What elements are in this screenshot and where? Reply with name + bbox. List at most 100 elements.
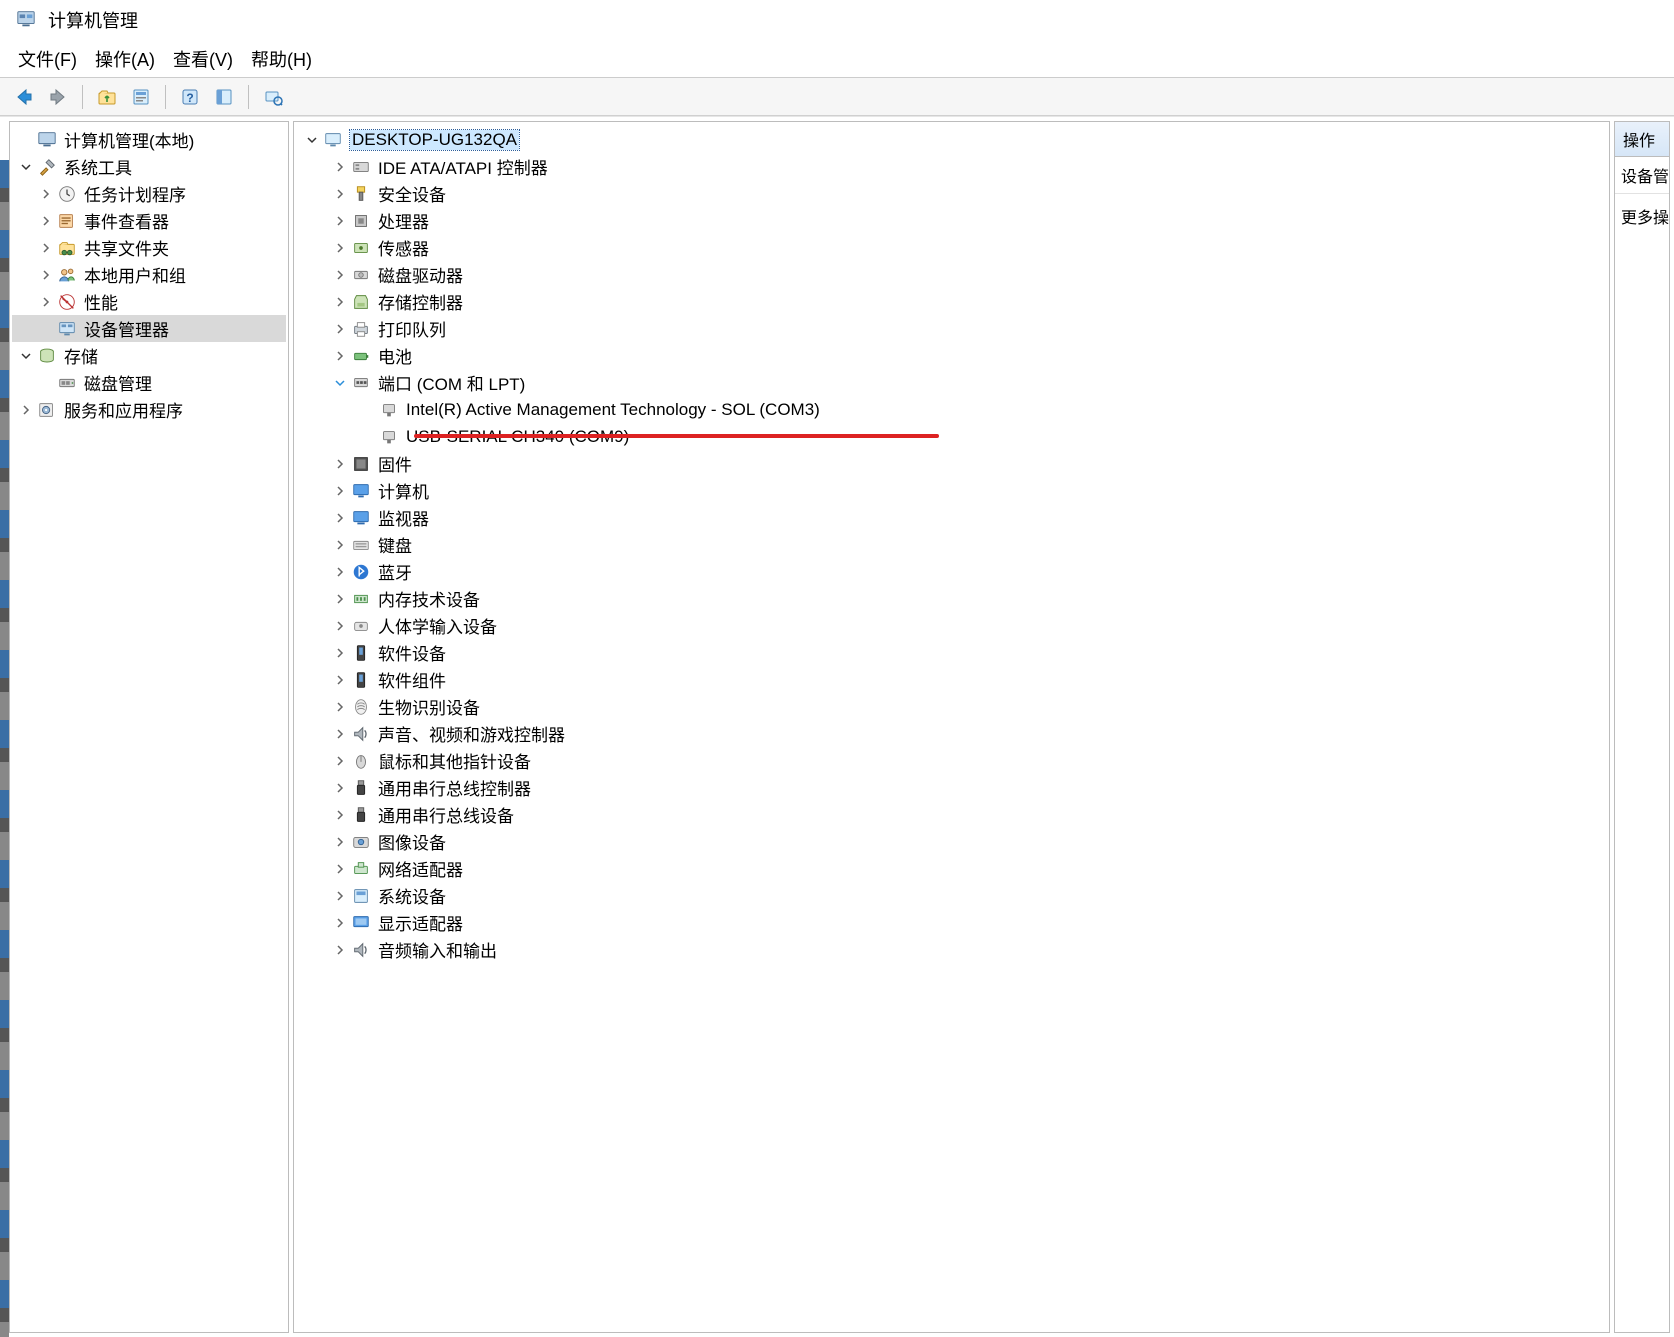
- chevron-right-icon[interactable]: [330, 319, 350, 339]
- menu-view[interactable]: 查看(V): [173, 46, 233, 69]
- actions-more[interactable]: 更多操作: [1615, 194, 1669, 238]
- chevron-right-icon[interactable]: [330, 670, 350, 690]
- device-node-bluetooth[interactable]: 蓝牙: [296, 558, 1607, 585]
- chevron-right-icon[interactable]: [36, 265, 56, 285]
- chevron-right-icon[interactable]: [330, 265, 350, 285]
- device-node-computers[interactable]: 计算机: [296, 477, 1607, 504]
- device-node-storage_controllers[interactable]: 存储控制器: [296, 288, 1607, 315]
- toolbar: ?: [0, 78, 1674, 116]
- node-computer-management[interactable]: 计算机管理(本地): [12, 126, 286, 153]
- node-system-tools[interactable]: 系统工具: [12, 153, 286, 180]
- node-label: 存储: [64, 343, 98, 368]
- node-storage[interactable]: 存储: [12, 342, 286, 369]
- device-node-disk_drives[interactable]: 磁盘驱动器: [296, 261, 1607, 288]
- node-device-manager[interactable]: 设备管理器: [12, 315, 286, 342]
- chevron-right-icon[interactable]: [330, 535, 350, 555]
- device-node-imaging[interactable]: 图像设备: [296, 828, 1607, 855]
- device-node-ports[interactable]: 端口 (COM 和 LPT): [296, 369, 1607, 396]
- chevron-right-icon[interactable]: [330, 643, 350, 663]
- toolbar-separator: [82, 85, 83, 109]
- device-node-system_devices[interactable]: 系统设备: [296, 882, 1607, 909]
- chevron-right-icon[interactable]: [330, 697, 350, 717]
- device-node-sound[interactable]: 声音、视频和游戏控制器: [296, 720, 1607, 747]
- device-node-ide[interactable]: IDE ATA/ATAPI 控制器: [296, 153, 1607, 180]
- device-root[interactable]: DESKTOP-UG132QA: [296, 126, 1607, 153]
- node-task-scheduler[interactable]: 任务计划程序: [12, 180, 286, 207]
- chevron-right-icon[interactable]: [330, 481, 350, 501]
- chevron-right-icon[interactable]: [36, 211, 56, 231]
- device-node-security_devices[interactable]: 安全设备: [296, 180, 1607, 207]
- device-node-usb_controllers[interactable]: 通用串行总线控制器: [296, 774, 1607, 801]
- chevron-right-icon[interactable]: [330, 508, 350, 528]
- chevron-right-icon[interactable]: [330, 724, 350, 744]
- device-node-biometric[interactable]: 生物识别设备: [296, 693, 1607, 720]
- device-tree[interactable]: DESKTOP-UG132QA IDE ATA/ATAPI 控制器安全设备处理器…: [294, 122, 1609, 967]
- chevron-right-icon[interactable]: [330, 832, 350, 852]
- device-node-usb_devices[interactable]: 通用串行总线设备: [296, 801, 1607, 828]
- help-button[interactable]: ?: [176, 83, 204, 111]
- chevron-right-icon[interactable]: [36, 292, 56, 312]
- node-disk-management[interactable]: 磁盘管理: [12, 369, 286, 396]
- chevron-right-icon[interactable]: [330, 238, 350, 258]
- chevron-right-icon[interactable]: [330, 589, 350, 609]
- device-node-sensors[interactable]: 传感器: [296, 234, 1607, 261]
- chevron-down-icon[interactable]: [16, 157, 36, 177]
- node-services-apps[interactable]: 服务和应用程序: [12, 396, 286, 423]
- up-folder-button[interactable]: [93, 83, 121, 111]
- device-node-processors[interactable]: 处理器: [296, 207, 1607, 234]
- back-button[interactable]: [10, 83, 38, 111]
- properties-button[interactable]: [127, 83, 155, 111]
- chevron-right-icon[interactable]: [330, 616, 350, 636]
- chevron-right-icon[interactable]: [330, 454, 350, 474]
- device-node-batteries[interactable]: 电池: [296, 342, 1607, 369]
- menu-file[interactable]: 文件(F): [18, 46, 77, 69]
- node-performance[interactable]: 性能: [12, 288, 286, 315]
- device-node-software_devices[interactable]: 软件设备: [296, 639, 1607, 666]
- chevron-right-icon[interactable]: [330, 157, 350, 177]
- chevron-right-icon[interactable]: [36, 238, 56, 258]
- chevron-down-icon[interactable]: [16, 346, 36, 366]
- device-node-network[interactable]: 网络适配器: [296, 855, 1607, 882]
- chevron-right-icon[interactable]: [330, 211, 350, 231]
- device-node-hid[interactable]: 人体学输入设备: [296, 612, 1607, 639]
- chevron-right-icon[interactable]: [330, 778, 350, 798]
- chevron-right-icon[interactable]: [330, 184, 350, 204]
- node-label: IDE ATA/ATAPI 控制器: [378, 154, 548, 179]
- chevron-right-icon[interactable]: [16, 400, 36, 420]
- node-label: 键盘: [378, 532, 412, 557]
- chevron-right-icon[interactable]: [330, 292, 350, 312]
- node-shared-folders[interactable]: 共享文件夹: [12, 234, 286, 261]
- chevron-right-icon[interactable]: [330, 751, 350, 771]
- chevron-right-icon[interactable]: [330, 805, 350, 825]
- node-label: 安全设备: [378, 181, 446, 206]
- chevron-right-icon[interactable]: [330, 859, 350, 879]
- show-hide-tree-button[interactable]: [210, 83, 238, 111]
- node-label: 传感器: [378, 235, 429, 260]
- device-node-monitors[interactable]: 监视器: [296, 504, 1607, 531]
- forward-button[interactable]: [44, 83, 72, 111]
- device-node-port_sol[interactable]: Intel(R) Active Management Technology - …: [296, 396, 1607, 423]
- chevron-right-icon[interactable]: [36, 184, 56, 204]
- annotation-underline: [414, 434, 939, 438]
- device-node-firmware[interactable]: 固件: [296, 450, 1607, 477]
- chevron-right-icon[interactable]: [330, 940, 350, 960]
- device-node-memory_tech[interactable]: 内存技术设备: [296, 585, 1607, 612]
- device-node-display[interactable]: 显示适配器: [296, 909, 1607, 936]
- scan-hardware-button[interactable]: [259, 83, 287, 111]
- chevron-right-icon[interactable]: [330, 562, 350, 582]
- console-tree[interactable]: 计算机管理(本地) 系统工具 任务计划程序: [10, 122, 288, 427]
- chevron-down-icon[interactable]: [302, 130, 322, 150]
- node-event-viewer[interactable]: 事件查看器: [12, 207, 286, 234]
- menu-action[interactable]: 操作(A): [95, 46, 155, 69]
- device-node-keyboards[interactable]: 键盘: [296, 531, 1607, 558]
- device-node-software_components[interactable]: 软件组件: [296, 666, 1607, 693]
- chevron-right-icon[interactable]: [330, 346, 350, 366]
- device-node-mice[interactable]: 鼠标和其他指针设备: [296, 747, 1607, 774]
- chevron-down-icon[interactable]: [330, 373, 350, 393]
- device-node-audio_io[interactable]: 音频输入和输出: [296, 936, 1607, 963]
- chevron-right-icon[interactable]: [330, 886, 350, 906]
- menu-help[interactable]: 帮助(H): [251, 46, 312, 69]
- device-node-print_queues[interactable]: 打印队列: [296, 315, 1607, 342]
- chevron-right-icon[interactable]: [330, 913, 350, 933]
- node-local-users[interactable]: 本地用户和组: [12, 261, 286, 288]
